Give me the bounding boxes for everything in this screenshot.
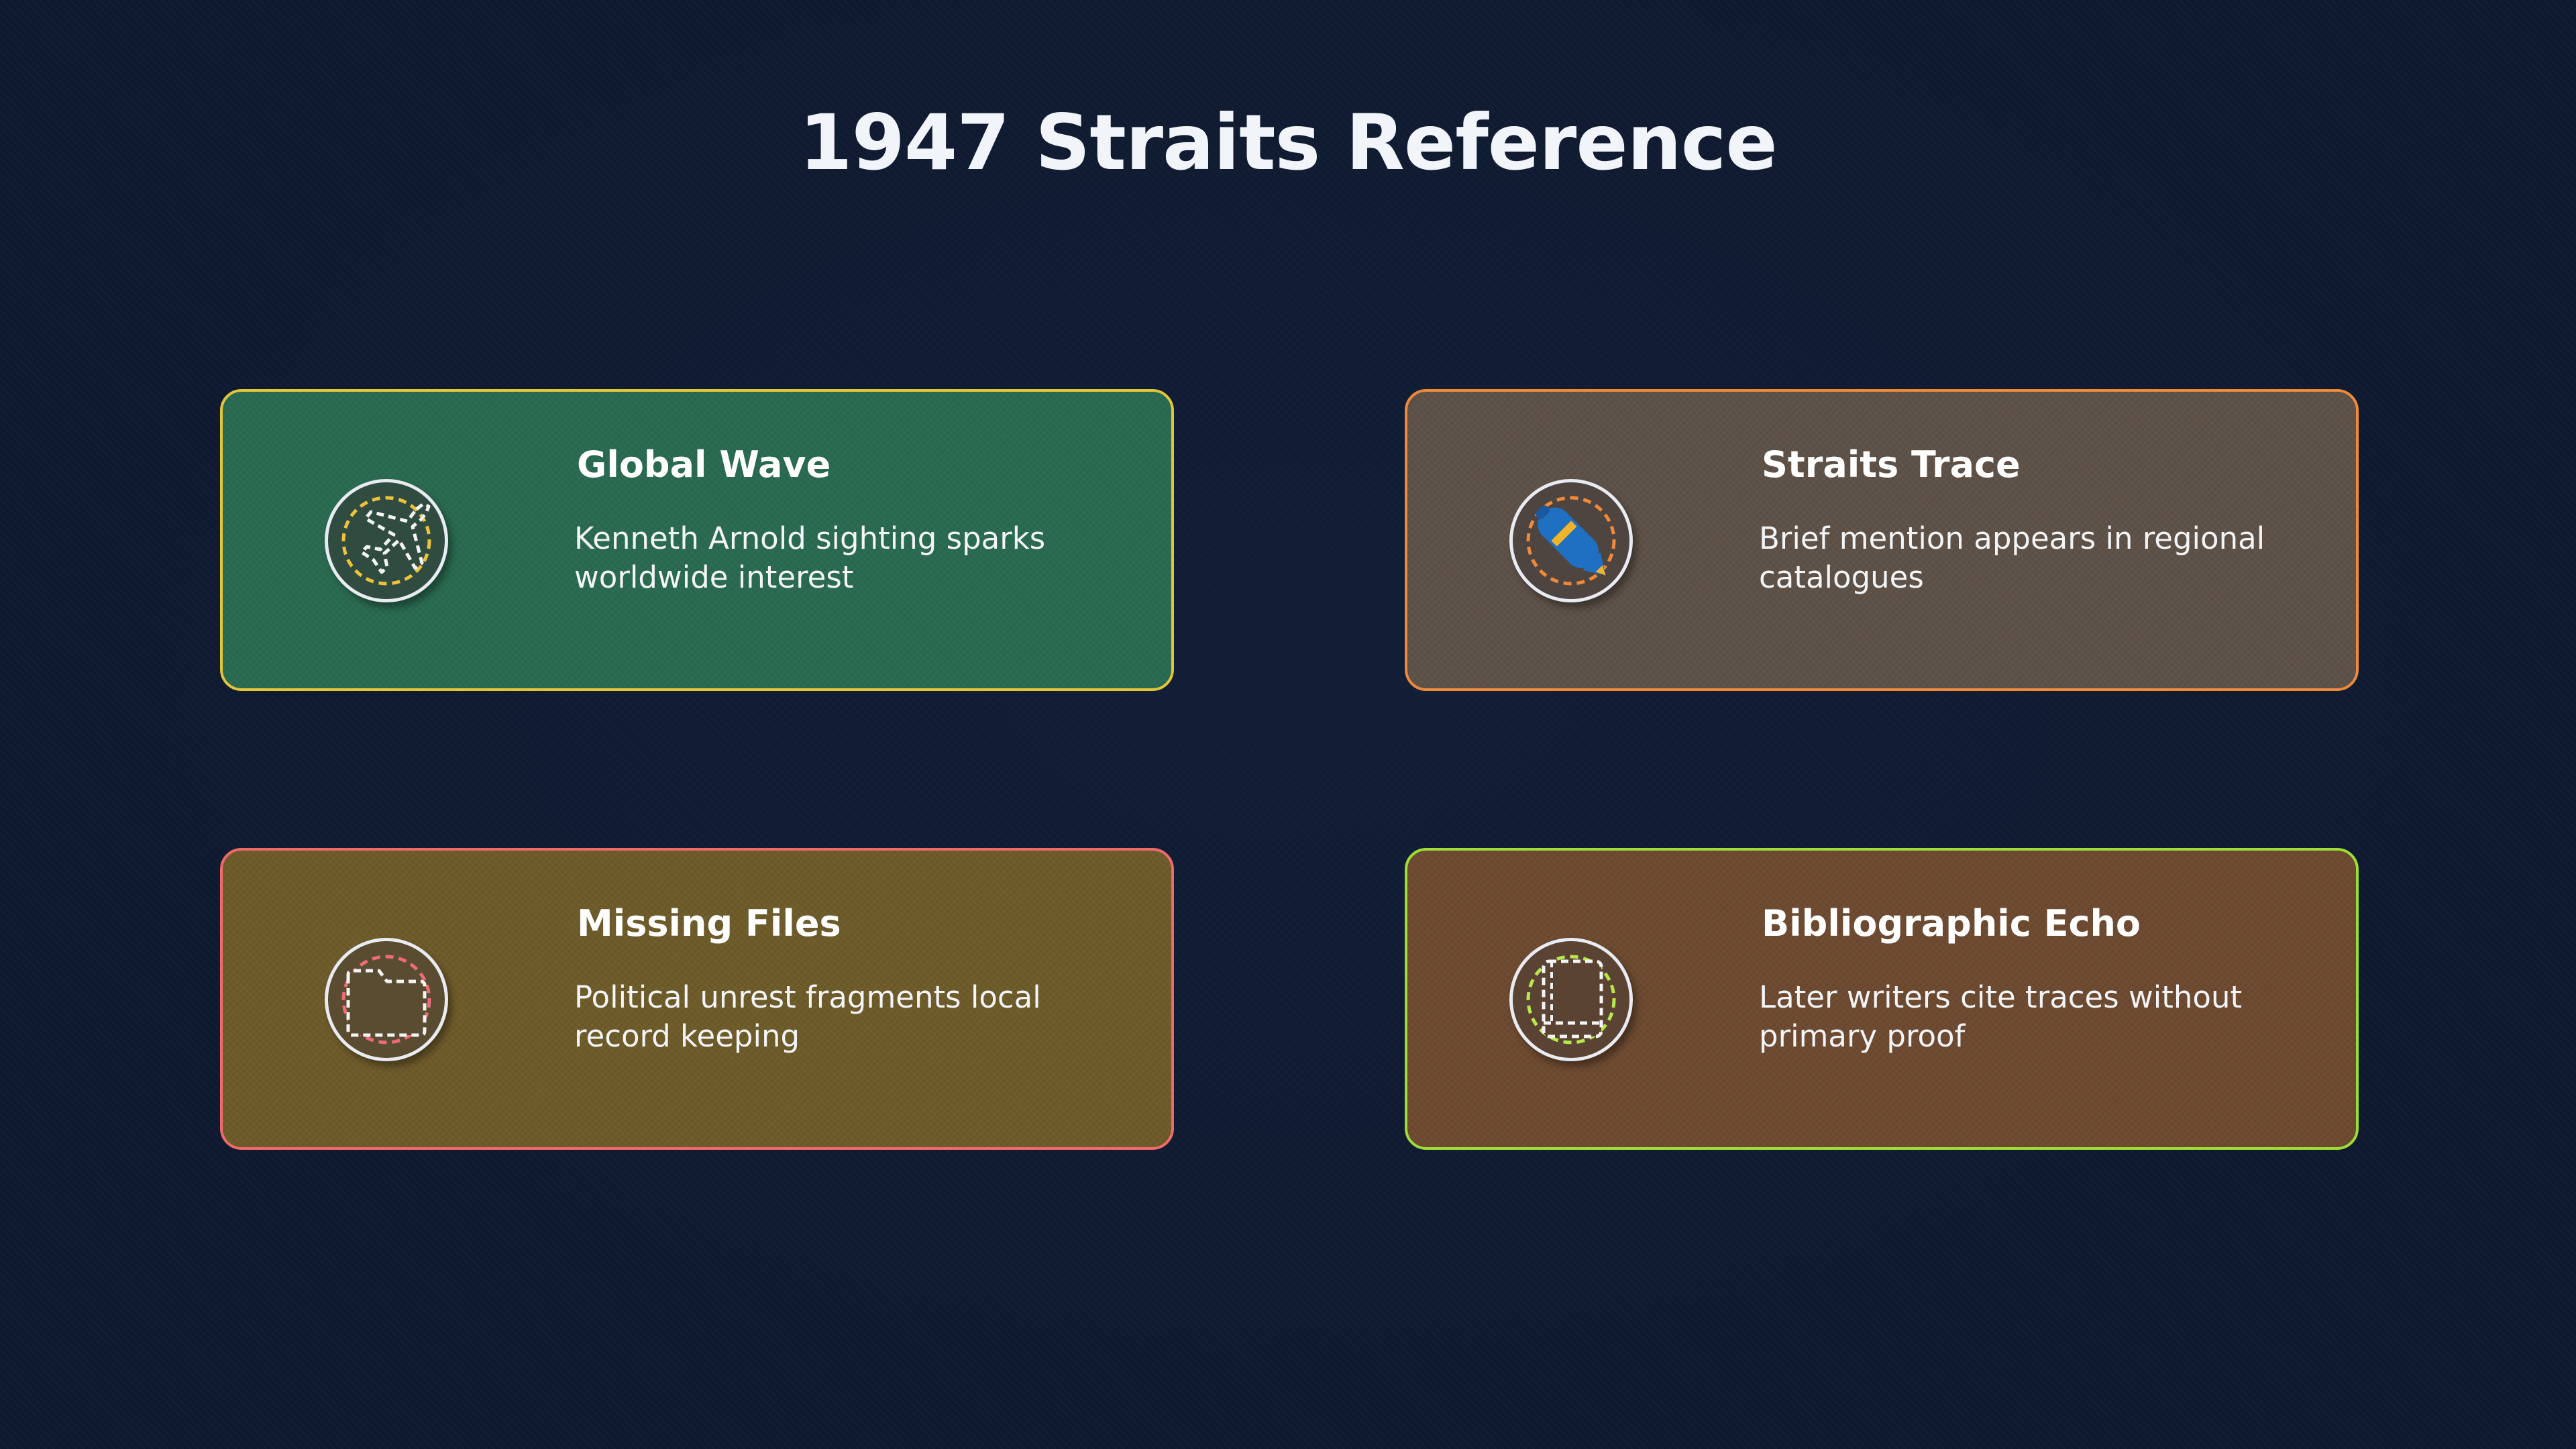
card-straits-trace: Straits Trace Brief mention appears in r… <box>1405 389 2359 691</box>
folder-icon-badge <box>325 938 448 1061</box>
pen-icon-badge <box>1509 479 1633 602</box>
folder-icon <box>328 941 445 1058</box>
airplane-icon-badge <box>325 479 448 602</box>
card-title: Bibliographic Echo <box>1762 902 2141 945</box>
card-title: Straits Trace <box>1762 443 2021 486</box>
card-title: Global Wave <box>577 443 831 486</box>
card-description: Later writers cite traces without primar… <box>1759 979 2243 1054</box>
card-description: Political unrest fragments local record … <box>574 979 1041 1054</box>
card-description: Brief mention appears in regional catalo… <box>1759 521 2265 595</box>
book-icon <box>1513 941 1629 1058</box>
card-missing-files: Missing Files Political unrest fragments… <box>220 848 1174 1150</box>
card-bibliographic-echo: Bibliographic Echo Later writers cite tr… <box>1405 848 2359 1150</box>
pen-icon <box>1513 482 1629 599</box>
airplane-icon <box>328 482 445 599</box>
card-description: Kenneth Arnold sighting sparks worldwide… <box>574 521 1046 595</box>
card-global-wave: Global Wave Kenneth Arnold sighting spar… <box>220 389 1174 691</box>
page-title: 1947 Straits Reference <box>799 98 1777 187</box>
book-icon-badge <box>1509 938 1633 1061</box>
card-title: Missing Files <box>577 902 841 945</box>
